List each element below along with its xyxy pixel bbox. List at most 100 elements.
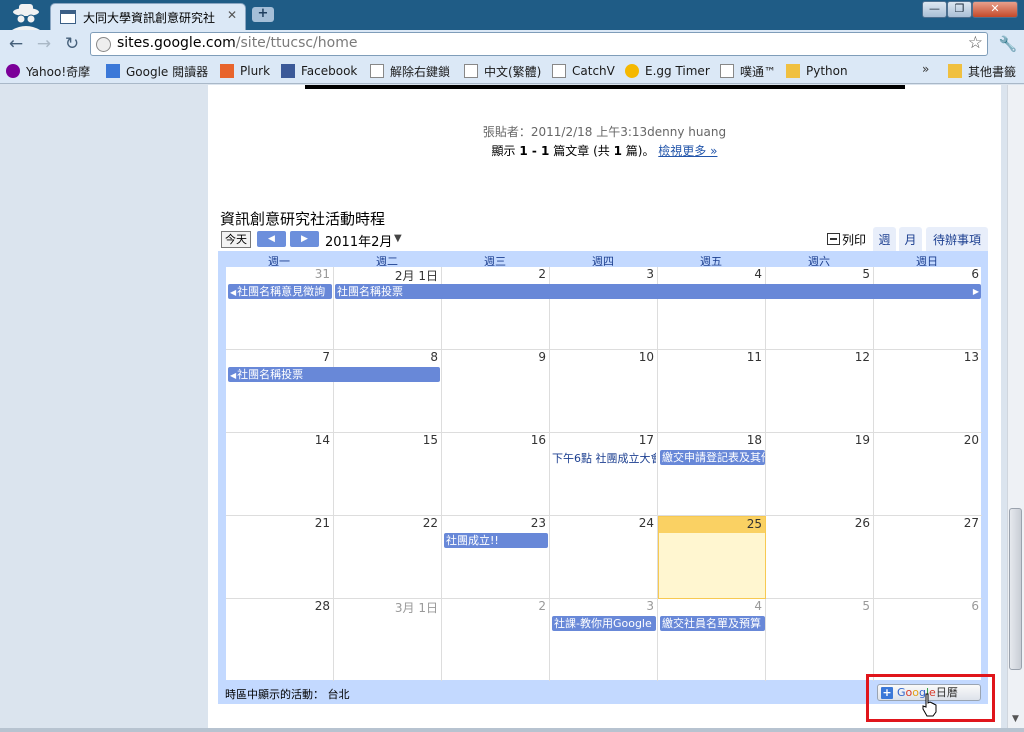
current-month-label: 2011年2月 [325,235,393,250]
day-cell[interactable]: 26 [766,516,874,599]
view-more-link[interactable]: 檢視更多 » [658,144,717,158]
address-bar[interactable]: sites.google.com/site/ttucsc/home ☆ [90,32,988,56]
day-cell[interactable]: 8 [334,350,442,433]
scroll-down-arrow-icon[interactable]: ▼ [1009,714,1022,728]
calendar-event[interactable]: ◀社團名稱意見徵詢 [228,284,332,299]
day-cell[interactable]: 28 [226,599,334,681]
day-cell[interactable]: 24 [550,516,658,599]
day-cell[interactable]: 10 [550,350,658,433]
yahoo-icon [6,64,20,78]
calendar-event[interactable]: 繳交社員名單及預算 [660,616,765,631]
chevron-down-icon[interactable]: ▼ [394,233,402,244]
post-meta: 張貼者：2011/2/18 上午3:13denny huang [482,125,727,139]
day-cell[interactable]: 12 [766,350,874,433]
bookmark-star-icon[interactable]: ☆ [968,33,983,53]
minimize-button[interactable]: — [922,1,947,18]
day-cell[interactable]: 3月 1日 [334,599,442,681]
day-cell[interactable]: 9 [442,350,550,433]
bookmark-google-reader[interactable]: Google 閱讀器 [106,62,208,80]
prev-month-button[interactable]: ◀ [257,231,286,247]
bookmark-catchv[interactable]: CatchV [552,62,615,80]
page-icon [720,64,734,78]
continues-right-icon: ▶ [972,287,979,296]
page-icon [370,64,384,78]
day-cell[interactable]: 5 [766,599,874,681]
day-cell[interactable]: 16 [442,433,550,516]
weekday-header: 週一 週二 週三 週四 週五 週六 週日 [225,253,982,268]
google-reader-icon [106,64,120,78]
day-cell[interactable]: 14 [226,433,334,516]
tab-active[interactable]: 大同大學資訊創意研究社 ✕ [50,3,246,30]
address-url: sites.google.com/site/ttucsc/home [117,35,358,51]
day-cell[interactable]: 11 [658,350,766,433]
forward-arrow-icon[interactable]: → [34,34,54,54]
printer-icon [827,233,840,245]
scrollbar-thumb[interactable] [1009,508,1022,670]
timezone-note: 時區中顯示的活動： 台北 [225,688,350,701]
day-cell[interactable]: 7 [226,350,334,433]
day-cell[interactable]: 31 [226,267,334,350]
day-cell[interactable]: 6 [874,267,982,350]
bookmark-other-folder[interactable]: 其他書籤 [948,62,1016,80]
hand-cursor-icon [922,693,937,717]
calendar-event[interactable]: 社課-教你用Google [552,616,656,631]
page-icon [464,64,478,78]
day-cell[interactable]: 4 [658,267,766,350]
bookmark-putong[interactable]: 噗通™ [720,62,776,80]
today-button[interactable]: 今天 [221,231,251,248]
tab-agenda-view[interactable]: 待辦事項 [926,227,988,252]
day-cell[interactable]: 17 [550,433,658,516]
folder-icon [948,64,962,78]
close-window-button[interactable]: ✕ [972,1,1018,18]
day-cell[interactable]: 23 [442,516,550,599]
bookmark-facebook[interactable]: Facebook [281,62,357,80]
day-cell[interactable]: 27 [874,516,982,599]
calendar-event[interactable]: 繳交申請登記表及其他 [660,450,765,465]
maximize-button[interactable]: ❐ [947,1,972,18]
day-cell[interactable]: 2 [442,267,550,350]
tab-close-icon[interactable]: ✕ [227,8,237,22]
tab-title: 大同大學資訊創意研究社 [83,11,216,25]
bookmarks-overflow-chevron-icon[interactable]: » [922,62,929,76]
day-cell[interactable]: 22 [334,516,442,599]
month-grid: 31 2月 1日 2 3 4 5 6 7 8 9 10 11 12 13 14 … [225,266,982,681]
day-cell[interactable]: 15 [334,433,442,516]
new-tab-button[interactable]: + [252,7,274,22]
incognito-icon [12,4,40,30]
print-button[interactable]: 列印 [827,231,866,248]
next-month-button[interactable]: ▶ [290,231,319,247]
day-cell[interactable]: 3 [550,599,658,681]
day-cell-today[interactable]: 25 [658,516,766,599]
tab-month-view[interactable]: 月 [899,227,922,252]
bookmarks-bar: Yahoo!奇摩 Google 閱讀器 Plurk Facebook 解除右鍵鎖… [0,58,1024,84]
day-cell[interactable]: 13 [874,350,982,433]
day-cell[interactable]: 19 [766,433,874,516]
day-cell[interactable]: 4 [658,599,766,681]
tab-week-view[interactable]: 週 [873,227,896,252]
day-cell[interactable]: 6 [874,599,982,681]
bookmark-yahoo[interactable]: Yahoo!奇摩 [6,62,90,80]
bookmark-folder-python[interactable]: Python [786,62,848,80]
day-cell[interactable]: 3 [550,267,658,350]
back-arrow-icon[interactable]: ← [6,34,26,54]
bookmark-plurk[interactable]: Plurk [220,62,270,80]
browser-toolbar: ← → ↻ sites.google.com/site/ttucsc/home … [0,30,1024,58]
reload-icon[interactable]: ↻ [62,34,82,54]
calendar-event[interactable]: 社團成立!! [444,533,548,548]
day-cell[interactable]: 21 [226,516,334,599]
post-count: 顯示 1 - 1 篇文章 (共 1 篇)。 檢視更多 » [491,144,718,158]
day-cell[interactable]: 2 [442,599,550,681]
wrench-icon[interactable]: 🔧 [998,34,1018,54]
calendar-event[interactable]: ◀社團名稱投票 [228,367,440,382]
day-cell[interactable]: 5 [766,267,874,350]
bookmark-unlock-rightclick[interactable]: 解除右鍵鎖 [370,62,450,80]
page-left-margin [0,85,208,732]
day-cell[interactable]: 18 [658,433,766,516]
day-cell[interactable]: 2月 1日 [334,267,442,350]
calendar-event[interactable]: 下午6點 社團成立大會 [552,451,656,466]
calendar-event[interactable]: 社團名稱投票 ▶ [335,284,981,299]
facebook-icon [281,64,295,78]
day-cell[interactable]: 20 [874,433,982,516]
bookmark-egg-timer[interactable]: E.gg Timer [625,62,710,80]
bookmark-chinese-traditional[interactable]: 中文(繁體) [464,62,541,80]
